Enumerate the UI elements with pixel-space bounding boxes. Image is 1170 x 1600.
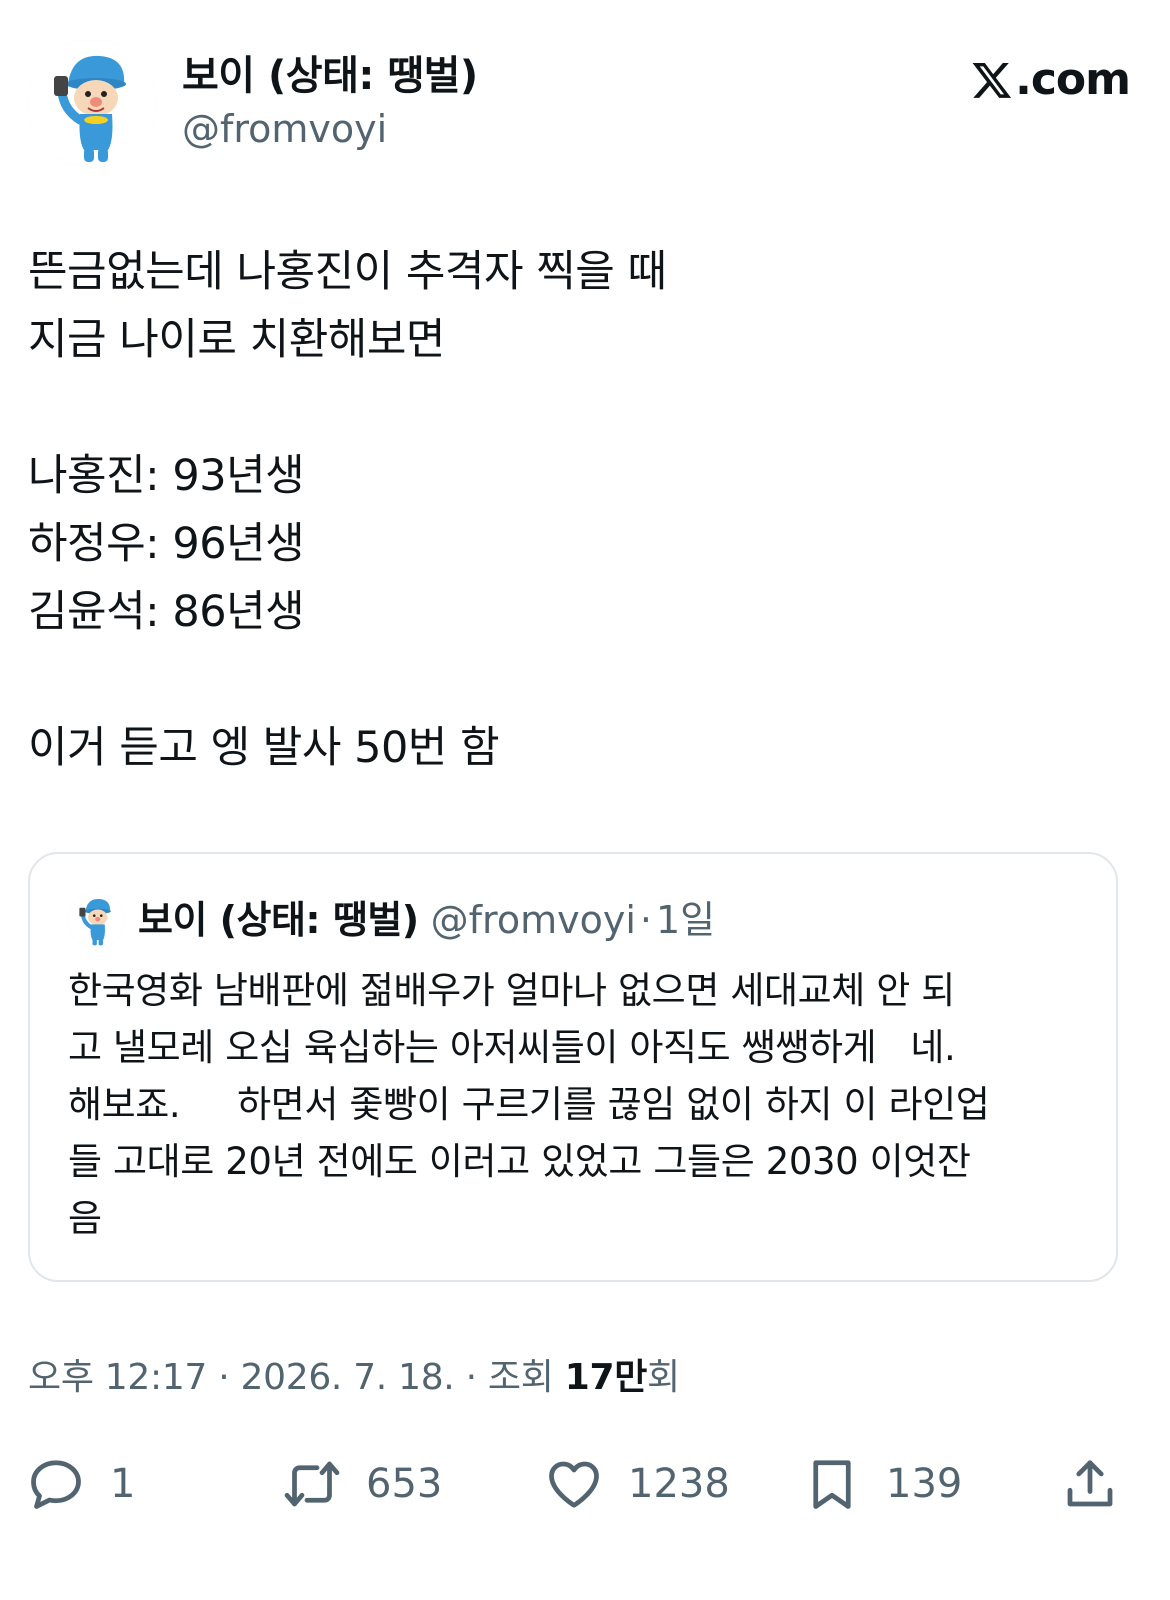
like-count: 1238 xyxy=(628,1461,730,1507)
share-button[interactable] xyxy=(1060,1448,1120,1520)
meta-separator: · xyxy=(639,898,652,942)
quoted-tweet-card[interactable]: 보이 (상태: 땡벌) @fromvoyi · 1일 한국영화 남배판에 젊배우가 얼… xyxy=(28,852,1118,1282)
like-button[interactable]: 1238 xyxy=(544,1448,730,1520)
quoted-text: 한국영화 남배판에 젊배우가 얼마나 없으면 세대교체 안 되 고 낼모레 오십… xyxy=(68,962,1088,1247)
views-label: 조회 xyxy=(487,1357,554,1398)
bookmark-count: 139 xyxy=(886,1461,963,1507)
line-break xyxy=(28,374,1128,442)
retweet-count: 653 xyxy=(366,1461,443,1507)
stamp-separator: · xyxy=(218,1357,230,1398)
x-logo-icon xyxy=(971,59,1013,101)
post-date[interactable]: 2026. 7. 18. xyxy=(241,1357,455,1398)
quoted-line: 들 고대로 20년 전에도 이러고 있었고 그들은 2030 이엇잔 xyxy=(68,1140,971,1183)
quoted-author-handle[interactable]: @fromvoyi xyxy=(431,898,636,942)
tweet-header: 보이 (상태: 땡벌) @fromvoyi .com xyxy=(28,40,1140,170)
quoted-line: 한국영화 남배판에 젊배우가 얼마나 없으면 세대교체 안 되 xyxy=(68,969,955,1012)
views-suffix: 회 xyxy=(647,1357,680,1398)
pocoyo-avatar-icon[interactable] xyxy=(28,40,156,168)
author-handle[interactable]: @fromvoyi xyxy=(182,106,387,152)
bookmark-button[interactable]: 139 xyxy=(802,1448,962,1520)
quoted-author-name[interactable]: 보이 (상태: 땡벌) xyxy=(138,898,419,942)
quoted-avatar-icon xyxy=(68,892,124,948)
tweet-line: 하정우: 96년생 xyxy=(28,519,305,569)
quoted-line: 고 낼모레 오십 육십하는 아저씨들이 아직도 쌩쌩하게 네. xyxy=(68,1026,956,1069)
bookmark-icon xyxy=(802,1454,862,1514)
post-time[interactable]: 오후 12:17 xyxy=(28,1357,207,1398)
tweet-text: 뜬금없는데 나홍진이 추격자 찍을 때 지금 나이로 치환해보면 나홍진: 93… xyxy=(28,238,1128,782)
quoted-line: 음 xyxy=(68,1197,102,1240)
tweet-line: 이거 듣고 엥 발사 50번 함 xyxy=(28,723,500,773)
tweet-line: 지금 나이로 치환해보면 xyxy=(28,315,445,365)
reply-icon xyxy=(26,1454,86,1514)
share-icon xyxy=(1060,1454,1120,1514)
tweet-line: 뜬금없는데 나홍진이 추격자 찍을 때 xyxy=(28,247,667,297)
stamp-separator: · xyxy=(465,1357,477,1398)
retweet-button[interactable]: 653 xyxy=(282,1448,442,1520)
reply-count: 1 xyxy=(110,1461,136,1507)
retweet-icon xyxy=(282,1454,342,1514)
line-break xyxy=(28,646,1128,714)
author-name[interactable]: 보이 (상태: 땡벌) xyxy=(182,52,478,100)
tweet-line: 김윤석: 86년생 xyxy=(28,587,305,637)
views-count: 17만 xyxy=(564,1357,648,1398)
quoted-time[interactable]: 1일 xyxy=(656,898,715,942)
reply-button[interactable]: 1 xyxy=(26,1448,135,1520)
tweet-line: 나홍진: 93년생 xyxy=(28,451,305,501)
tweet-timestamp: 오후 12:17 · 2026. 7. 18. · 조회 17만회 xyxy=(28,1354,680,1402)
brand-logo: .com xyxy=(971,54,1131,106)
heart-icon xyxy=(544,1454,604,1514)
quoted-line: 해보죠. 하면서 좇빵이 구르기를 끊임 없이 하지 이 라인업 xyxy=(68,1083,990,1126)
action-bar: 1 653 1238 139 xyxy=(0,1448,1170,1520)
quoted-meta: 보이 (상태: 땡벌) @fromvoyi · 1일 xyxy=(138,896,715,944)
brand-domain-text: .com xyxy=(1015,54,1131,105)
